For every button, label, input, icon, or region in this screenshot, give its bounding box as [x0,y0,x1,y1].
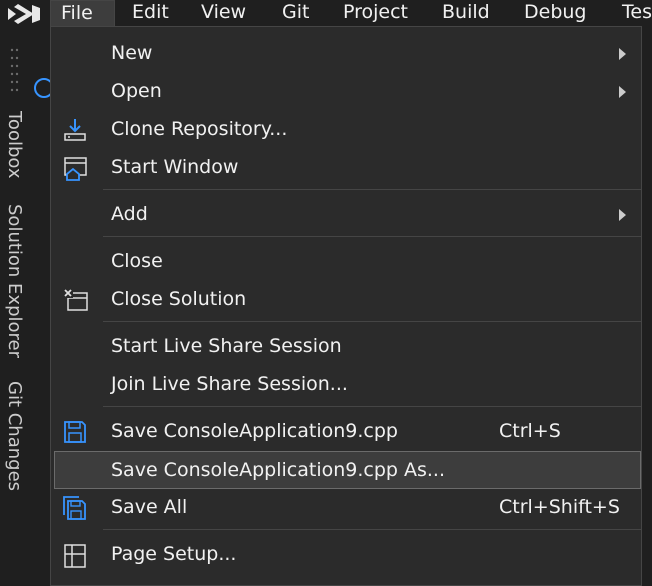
menu-item-label: Save All [111,496,188,518]
menu-item-start-live-share[interactable]: Start Live Share Session [54,328,641,366]
menu-item-label: Save ConsoleApplication9.cpp As... [111,459,446,481]
tab-git-changes[interactable]: Git Changes [4,381,25,491]
menu-debug[interactable]: Debug [514,0,596,26]
menu-separator [103,406,641,407]
menu-separator [103,236,641,237]
menu-item-label: Add [111,203,148,225]
menu-bar: File Edit View Git Project Build Debug T… [0,0,652,27]
grip-handle-icon[interactable] [10,46,20,106]
tab-solution-explorer[interactable]: Solution Explorer [4,204,25,358]
menu-git[interactable]: Git [272,0,319,26]
menu-item-label: Join Live Share Session... [111,373,348,395]
menu-item-label: Close [111,250,163,272]
menu-test[interactable]: Tes [612,0,652,26]
menu-project[interactable]: Project [333,0,418,26]
menu-separator [103,529,641,530]
menu-item-join-live-share[interactable]: Join Live Share Session... [54,366,641,404]
menu-item-label: Clone Repository... [111,118,288,140]
submenu-arrow-icon [619,209,626,221]
menu-file[interactable]: File [50,0,115,26]
menu-build[interactable]: Build [432,0,500,26]
menu-item-label: Close Solution [111,288,247,310]
close-solution-icon [63,288,88,311]
menu-item-start-window[interactable]: Start Window [54,149,641,187]
menu-item-shortcut: Ctrl+S [499,420,561,442]
page-setup-icon [64,544,86,568]
start-window-icon [64,157,87,181]
menu-item-shortcut: Ctrl+Shift+S [499,496,620,518]
menu-item-save[interactable]: Save ConsoleApplication9.cpp Ctrl+S [54,413,641,451]
file-menu-dropdown: New Open Clone Repository... Start Windo… [50,26,642,586]
menu-item-save-as[interactable]: Save ConsoleApplication9.cpp As... [54,451,641,489]
menu-item-label: Start Window [111,156,239,178]
menu-separator [103,321,641,322]
menu-item-new[interactable]: New [54,35,641,73]
save-icon [64,421,86,443]
submenu-arrow-icon [619,86,626,98]
menu-item-close-solution[interactable]: Close Solution [54,281,641,319]
menu-item-label: Start Live Share Session [111,335,342,357]
menu-item-add[interactable]: Add [54,196,641,234]
visual-studio-logo-icon[interactable] [4,2,48,26]
menu-separator [103,189,641,190]
menu-item-save-all[interactable]: Save All Ctrl+Shift+S [54,489,641,527]
menu-item-close[interactable]: Close [54,243,641,281]
menu-view[interactable]: View [191,0,256,26]
save-all-icon [63,496,86,520]
menu-item-open[interactable]: Open [54,73,641,111]
editor-edge [641,26,652,566]
menu-item-clone-repository[interactable]: Clone Repository... [54,111,641,149]
tab-toolbox[interactable]: Toolbox [4,111,25,179]
menu-edit[interactable]: Edit [122,0,179,26]
menu-item-label: New [111,42,153,64]
menu-item-label: Page Setup... [111,543,237,565]
menu-item-page-setup[interactable]: Page Setup... [54,536,641,574]
left-tool-rail: Toolbox Solution Explorer Git Changes [0,26,54,566]
menu-item-label: Save ConsoleApplication9.cpp [111,420,398,442]
menu-item-label: Open [111,80,162,102]
clone-repository-icon [64,119,86,141]
submenu-arrow-icon [619,48,626,60]
